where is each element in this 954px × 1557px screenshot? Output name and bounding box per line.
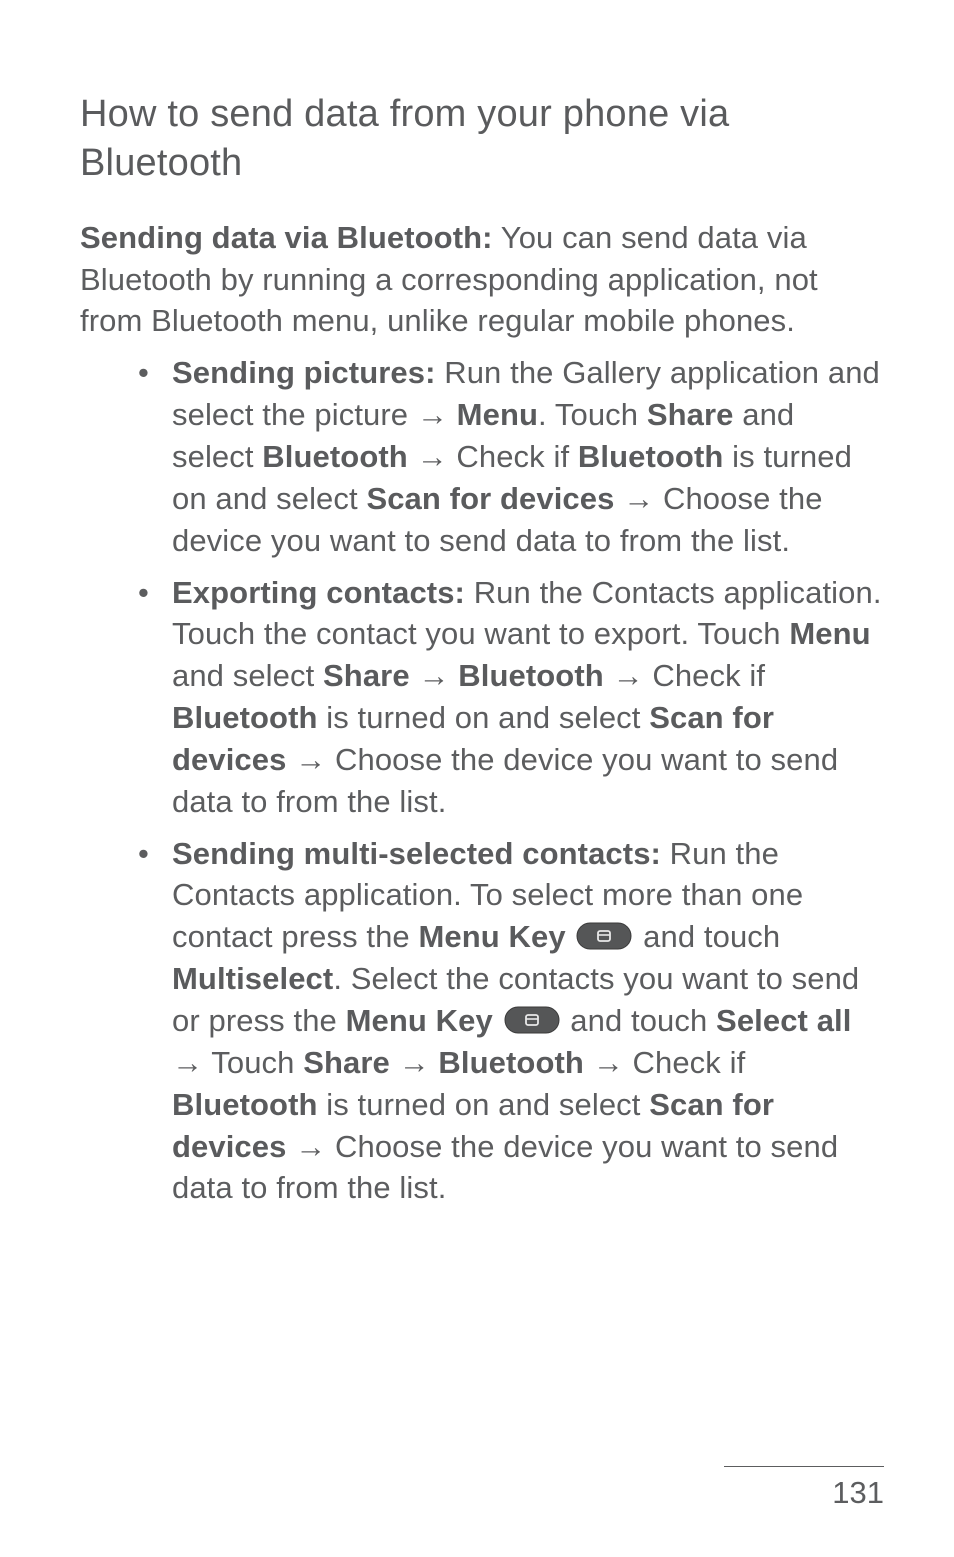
text bbox=[584, 1045, 593, 1080]
text: Touch bbox=[203, 1045, 303, 1080]
share-label: Share bbox=[303, 1045, 390, 1080]
arrow-right-icon: → bbox=[593, 1045, 624, 1080]
bulleted-list: Sending pictures: Run the Gallery applic… bbox=[80, 352, 884, 1209]
arrow-right-icon: → bbox=[417, 397, 448, 432]
arrow-right-icon: → bbox=[172, 1045, 203, 1080]
bluetooth-label: Bluetooth bbox=[262, 439, 408, 474]
section-heading: How to send data from your phone via Blu… bbox=[80, 90, 884, 189]
text bbox=[566, 919, 575, 954]
page-footer: 131 bbox=[724, 1466, 884, 1511]
intro-lead: Sending data via Bluetooth: bbox=[80, 220, 493, 255]
text bbox=[286, 742, 295, 777]
text: Check if bbox=[624, 1045, 746, 1080]
text bbox=[614, 481, 623, 516]
text: and touch bbox=[634, 919, 780, 954]
arrow-right-icon: → bbox=[295, 742, 326, 777]
intro-paragraph: Sending data via Bluetooth: You can send… bbox=[80, 217, 884, 343]
footer-rule bbox=[724, 1466, 884, 1467]
arrow-right-icon: → bbox=[623, 481, 654, 516]
list-item: Sending pictures: Run the Gallery applic… bbox=[172, 352, 884, 561]
menu-key-icon bbox=[576, 922, 632, 950]
text: . Touch bbox=[538, 397, 647, 432]
text bbox=[390, 1045, 399, 1080]
arrow-right-icon: → bbox=[417, 439, 448, 474]
select-all-label: Select all bbox=[716, 1003, 851, 1038]
text bbox=[450, 658, 459, 693]
list-item: Exporting contacts: Run the Contacts app… bbox=[172, 572, 884, 823]
text: Check if bbox=[644, 658, 766, 693]
menu-key-icon bbox=[504, 1006, 560, 1034]
bluetooth-label: Bluetooth bbox=[172, 700, 318, 735]
page-number: 131 bbox=[724, 1475, 884, 1511]
arrow-right-icon: → bbox=[613, 658, 644, 693]
text bbox=[604, 658, 613, 693]
bluetooth-label: Bluetooth bbox=[458, 658, 604, 693]
text bbox=[408, 439, 417, 474]
share-label: Share bbox=[323, 658, 410, 693]
bluetooth-label: Bluetooth bbox=[578, 439, 724, 474]
menu-label: Menu bbox=[448, 397, 538, 432]
bullet-lead: Sending multi-selected contacts: bbox=[172, 836, 661, 871]
bluetooth-label: Bluetooth bbox=[438, 1045, 584, 1080]
scan-label: Scan for devices bbox=[366, 481, 614, 516]
text: and select bbox=[172, 658, 323, 693]
bullet-lead: Exporting contacts: bbox=[172, 575, 465, 610]
arrow-right-icon: → bbox=[399, 1045, 430, 1080]
text: is turned on and select bbox=[318, 1087, 650, 1122]
text bbox=[286, 1129, 295, 1164]
text bbox=[493, 1003, 502, 1038]
menu-key-label: Menu Key bbox=[346, 1003, 493, 1038]
arrow-right-icon: → bbox=[295, 1129, 326, 1164]
text: and touch bbox=[562, 1003, 717, 1038]
menu-label: Menu bbox=[789, 616, 870, 651]
text: is turned on and select bbox=[318, 700, 650, 735]
bullet-lead: Sending pictures: bbox=[172, 355, 436, 390]
bluetooth-label: Bluetooth bbox=[172, 1087, 318, 1122]
multiselect-label: Multiselect bbox=[172, 961, 333, 996]
text: Check if bbox=[448, 439, 578, 474]
share-label: Share bbox=[647, 397, 734, 432]
list-item: Sending multi-selected contacts: Run the… bbox=[172, 833, 884, 1210]
menu-key-label: Menu Key bbox=[419, 919, 566, 954]
arrow-right-icon: → bbox=[418, 658, 449, 693]
